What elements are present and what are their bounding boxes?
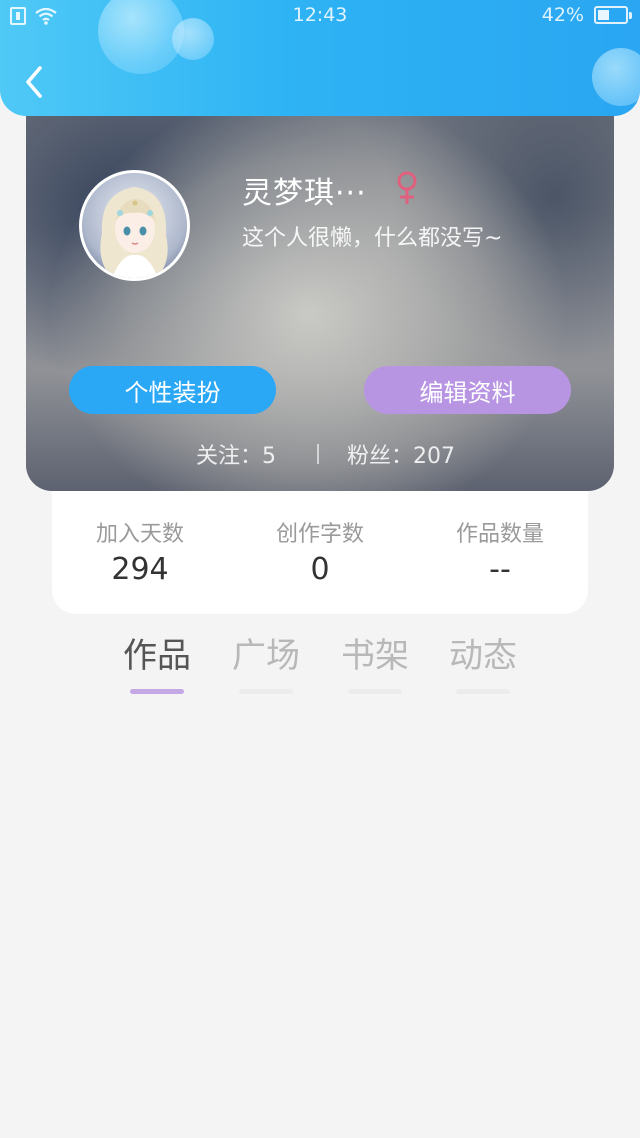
stat-label: 创作字数 (275, 522, 364, 547)
personal-style-button[interactable]: 个性装扮 (69, 366, 276, 414)
tab-label: 作品 (123, 636, 191, 676)
profile-card: 灵梦琪··· 这个人很懒，什么都没写~ 个性装扮 编辑资料 关注：5 粉丝：20… (26, 96, 614, 491)
back-arrow-icon[interactable] (20, 62, 50, 102)
stat-works-count: 作品数量 -- (410, 516, 590, 587)
stat-join-days: 加入天数 294 (50, 516, 230, 587)
following-count[interactable]: 关注：5 (196, 438, 276, 470)
follow-stats-row: 关注：5 粉丝：207 (26, 436, 614, 470)
status-bar: 12:43 42% (0, 0, 640, 32)
tab-activity[interactable]: 动态 (438, 628, 528, 694)
stat-label: 加入天数 (95, 522, 184, 547)
battery-icon (594, 6, 632, 24)
tab-square[interactable]: 广场 (221, 628, 311, 694)
tab-indicator (239, 689, 293, 694)
tab-indicator (456, 689, 510, 694)
stats-card: 加入天数 294 创作字数 0 作品数量 -- (52, 470, 588, 614)
fans-count[interactable]: 粉丝：207 (347, 438, 455, 470)
avatar-image (82, 173, 187, 278)
nickname: 灵梦琪··· (242, 176, 367, 211)
tab-bookshelf[interactable]: 书架 (330, 628, 420, 694)
tab-label: 书架 (341, 636, 409, 676)
tab-indicator (130, 689, 184, 694)
tab-indicator (348, 689, 402, 694)
divider (317, 444, 319, 464)
battery-percent: 42% (541, 4, 584, 26)
decorative-bubble (592, 48, 640, 106)
tab-label: 动态 (449, 636, 517, 676)
bio-text: 这个人很懒，什么都没写~ (242, 226, 503, 251)
stat-word-count: 创作字数 0 (230, 516, 410, 587)
edit-profile-button[interactable]: 编辑资料 (364, 366, 571, 414)
stat-value: 294 (111, 552, 169, 587)
stat-value: 0 (310, 552, 330, 587)
tab-works[interactable]: 作品 (112, 628, 202, 694)
stat-label: 作品数量 (455, 522, 544, 547)
content-tabs: 作品 广场 书架 动态 (0, 628, 640, 694)
female-icon (397, 171, 417, 204)
stat-value: -- (489, 552, 511, 587)
tab-label: 广场 (232, 636, 300, 676)
top-header: 12:43 42% (0, 0, 640, 116)
avatar[interactable] (79, 170, 190, 281)
